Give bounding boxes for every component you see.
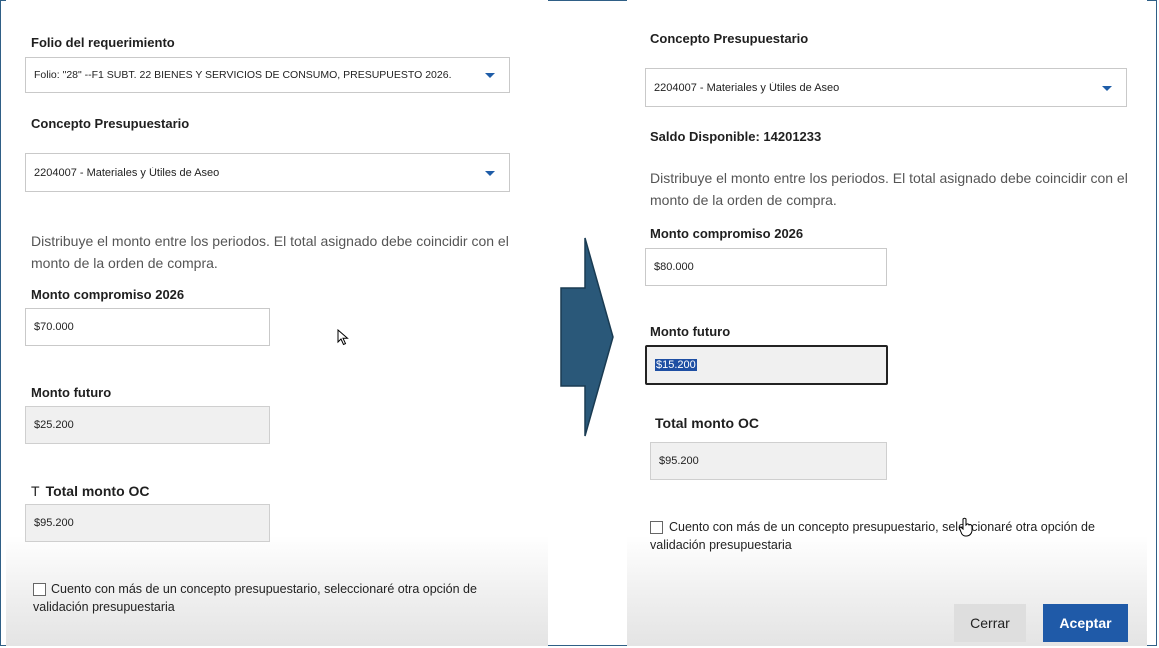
hand-cursor-icon (958, 517, 973, 537)
concepto-label: Concepto Presupuestario (650, 31, 809, 46)
concepto-label: Concepto Presupuestario (31, 116, 190, 131)
concepto-select-value: 2204007 - Materiales y Útiles de Aseo (34, 166, 220, 179)
monto-futuro-label: Monto futuro (650, 324, 731, 339)
distribution-hint: Distribuye el monto entre los periodos. … (31, 233, 509, 271)
monto-compromiso-label: Monto compromiso 2026 (650, 226, 804, 241)
total-monto-label-text: Total monto OC (45, 483, 150, 499)
distribution-hint: Distribuye el monto entre los periodos. … (650, 170, 1128, 208)
monto-compromiso-value: $70.000 (34, 321, 74, 333)
folio-select[interactable]: Folio: "28" --F1 SUBT. 22 BIENES Y SERVI… (25, 57, 510, 93)
total-prefix: T (31, 483, 40, 499)
concepto-select[interactable]: 2204007 - Materiales y Útiles de Aseo (25, 153, 510, 192)
monto-futuro-value-selected: $15.200 (655, 359, 697, 371)
chevron-down-icon[interactable] (485, 73, 495, 78)
chevron-down-icon[interactable] (1102, 85, 1112, 91)
concepto-select[interactable]: 2204007 - Materiales y Útiles de Aseo (645, 68, 1127, 107)
left-form-panel: Folio del requerimiento Folio: "28" --F1… (6, 0, 548, 646)
folio-select-value: Folio: "28" --F1 SUBT. 22 BIENES Y SERVI… (34, 69, 452, 81)
multi-concepto-checkbox-label: Cuento con más de un concepto presupuest… (33, 582, 477, 614)
saldo-disponible: Saldo Disponible: 14201233 (650, 129, 822, 144)
monto-futuro-input[interactable]: $25.200 (25, 406, 270, 444)
total-monto-value: $95.200 (34, 517, 74, 529)
right-form-panel: Concepto Presupuestario 2204007 - Materi… (627, 0, 1147, 646)
mouse-pointer-icon (337, 329, 349, 346)
monto-compromiso-label: Monto compromiso 2026 (31, 287, 185, 302)
aceptar-button[interactable]: Aceptar (1043, 604, 1128, 642)
total-monto-input: $95.200 (650, 442, 887, 480)
chevron-down-icon[interactable] (485, 170, 495, 176)
monto-compromiso-value: $80.000 (654, 261, 694, 273)
total-monto-label: T Total monto OC (31, 483, 150, 499)
cerrar-button[interactable]: Cerrar (954, 604, 1026, 642)
multi-concepto-checkbox-label: Cuento con más de un concepto presupuest… (650, 520, 1095, 552)
monto-futuro-input[interactable]: $15.200 (645, 345, 888, 385)
total-monto-value: $95.200 (659, 455, 699, 467)
monto-compromiso-input[interactable]: $70.000 (25, 308, 270, 346)
monto-futuro-label: Monto futuro (31, 385, 112, 400)
right-arrow-icon (560, 237, 614, 437)
monto-futuro-value: $25.200 (34, 419, 74, 431)
concepto-select-value: 2204007 - Materiales y Útiles de Aseo (654, 81, 840, 94)
total-monto-input: $95.200 (25, 504, 270, 542)
total-monto-label: Total monto OC (655, 415, 759, 431)
folio-label: Folio del requerimiento (31, 35, 175, 50)
monto-compromiso-input[interactable]: $80.000 (645, 248, 887, 286)
